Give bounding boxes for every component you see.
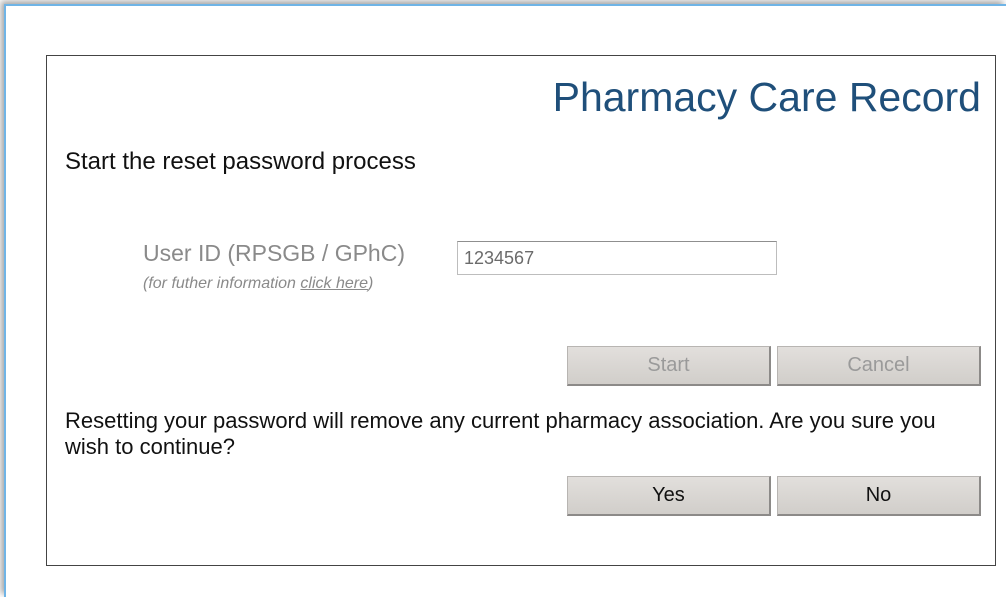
no-button[interactable]: No	[777, 476, 981, 516]
page-title: Pharmacy Care Record	[552, 74, 981, 120]
yes-button[interactable]: Yes	[567, 476, 771, 516]
confirm-message: Resetting your password will remove any …	[65, 408, 936, 459]
window-frame: Pharmacy Care Record Start the reset pas…	[4, 4, 1006, 597]
reset-password-panel: Pharmacy Care Record Start the reset pas…	[46, 55, 996, 566]
start-button[interactable]: Start	[567, 346, 771, 386]
form-heading: Start the reset password process	[65, 148, 416, 175]
click-here-link[interactable]: click here	[300, 275, 368, 292]
user-id-label: User ID (RPSGB / GPhC)	[143, 240, 405, 266]
help-prefix: (for futher information	[143, 275, 301, 292]
user-id-input[interactable]	[457, 241, 777, 275]
help-suffix: )	[367, 275, 374, 292]
cancel-button[interactable]: Cancel	[777, 346, 981, 386]
user-id-help: (for futher information click here)	[143, 275, 373, 293]
